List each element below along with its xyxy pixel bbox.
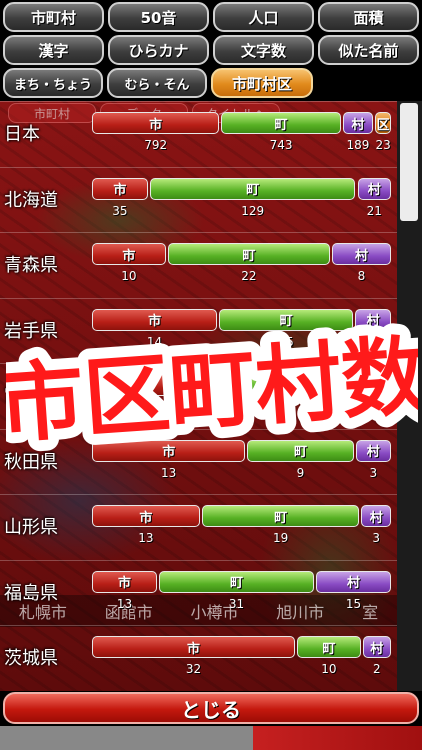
prefecture-row[interactable]: 秋田県 市 13 町 9 村 3 <box>0 428 397 493</box>
tab-kana[interactable]: ひらカナ <box>108 35 209 65</box>
count-village: 15 <box>345 596 362 611</box>
prefecture-name: 山形県 <box>4 517 58 538</box>
prefecture-row[interactable]: 北海道 市 35 町 129 村 21 <box>0 166 397 231</box>
tab-gojuon[interactable]: 50音 <box>108 2 209 32</box>
tab-mura-son[interactable]: むら・そん <box>107 68 207 98</box>
bar-segment-village: 村 <box>332 243 391 265</box>
count-town: 129 <box>241 203 265 218</box>
count-city: 14 <box>139 400 155 414</box>
bar-segment-city: 市 <box>92 439 246 462</box>
prefecture-row[interactable]: 青森県 市 10 町 22 村 8 <box>0 232 397 296</box>
prefecture-row[interactable]: 岩手県 市 14 町 15 村 4 <box>0 297 397 362</box>
count-city: 10 <box>121 269 137 283</box>
tab-municipality[interactable]: 市町村 <box>3 2 104 32</box>
tab-bar-primary: 市町村 50音 人口 面積 <box>0 2 422 32</box>
count-town: 31 <box>228 596 245 611</box>
prefecture-name: 青森県 <box>4 255 58 276</box>
bar-segment-city: 市 <box>92 636 296 658</box>
municipality-count-list[interactable]: 市町村 データ タイトルへ 札幌市 函館市 小樽市 旭川市 室 日本市792町7… <box>0 101 397 691</box>
bar-segment-town: 町 <box>149 177 356 200</box>
bar-segment-town: 町 <box>167 243 330 265</box>
count-city: 13 <box>161 465 177 480</box>
tab-char-count[interactable]: 文字数 <box>213 35 314 65</box>
bar-segment-city: 市 <box>92 505 200 527</box>
count-town: 10 <box>321 662 337 676</box>
bar-segment-village: 村 <box>362 636 391 658</box>
tab-area[interactable]: 面積 <box>318 2 419 32</box>
bar-segment-town: 町 <box>219 308 354 331</box>
tab-bar-tertiary: まち・ちょう むら・そん 市町村区 <box>0 68 422 98</box>
count-town: 743 <box>269 138 293 152</box>
count-city: 35 <box>112 203 128 218</box>
bar-segment-village: 村 <box>357 177 391 200</box>
prefecture-name: 日本 <box>4 124 40 145</box>
count-ward: 23 <box>375 138 391 152</box>
close-button[interactable]: とじる <box>3 692 419 724</box>
bar-segment-city: 市 <box>92 374 202 396</box>
count-town: 9 <box>296 465 305 480</box>
prefecture-row[interactable]: 宮城県 市 14 町 20 村 1 <box>0 363 397 427</box>
prefecture-name: 福島県 <box>4 582 58 604</box>
count-village: 1 <box>373 400 381 414</box>
count-village: 2 <box>372 662 381 676</box>
prefecture-name: 北海道 <box>4 189 58 211</box>
tab-shikuchouson[interactable]: 市町村区 <box>211 68 313 98</box>
bar-segment-town: 町 <box>203 374 362 396</box>
prefecture-name: 岩手県 <box>4 320 58 342</box>
bar-segment-village: 村 <box>355 439 391 462</box>
count-city: 792 <box>144 138 168 152</box>
bar-segment-city: 市 <box>92 243 166 265</box>
prefecture-row[interactable]: 茨城県 市 32 町 10 村 2 <box>0 625 397 689</box>
count-village: 8 <box>357 269 366 283</box>
tab-similar-names[interactable]: 似た名前 <box>318 35 419 65</box>
list-scrollbar[interactable] <box>397 101 422 691</box>
tab-population[interactable]: 人口 <box>213 2 314 32</box>
count-village: 3 <box>372 531 381 545</box>
prefecture-name: 宮城県 <box>4 386 58 407</box>
bar-segment-city: 市 <box>92 308 218 331</box>
count-city: 13 <box>138 531 154 545</box>
bar-segment-town: 町 <box>297 636 361 658</box>
count-village: 21 <box>366 203 382 218</box>
count-town: 15 <box>278 334 294 349</box>
prefecture-row[interactable]: 福島県 市 13 町 31 村 15 <box>0 559 397 624</box>
bar-segment-village: 村 <box>361 505 391 527</box>
count-town: 20 <box>274 400 291 414</box>
prefecture-row[interactable]: 山形県 市 13 町 19 村 3 <box>0 494 397 558</box>
count-city: 14 <box>146 334 163 349</box>
bar-segment-town: 町 <box>247 439 354 462</box>
tab-machi-chou[interactable]: まち・ちょう <box>3 68 103 98</box>
bar-segment-town: 町 <box>159 570 314 593</box>
bar-segment-village: 村 <box>316 570 391 593</box>
prefecture-name: 茨城県 <box>4 648 58 669</box>
count-village: 3 <box>369 465 378 480</box>
tab-kanji[interactable]: 漢字 <box>3 35 104 65</box>
count-city: 13 <box>116 596 133 611</box>
bar-segment-village: 村 <box>355 308 391 331</box>
bottom-map-strip <box>0 726 422 750</box>
prefecture-row[interactable]: 日本 市 792 町 743 村 189 区 23 <box>0 101 397 165</box>
tab-bar-secondary: 漢字 ひらカナ 文字数 似た名前 <box>0 35 422 65</box>
prefecture-name: 秋田県 <box>4 451 58 473</box>
count-village: 4 <box>369 334 377 349</box>
count-village: 189 <box>346 138 370 152</box>
bar-segment-city: 市 <box>92 177 148 200</box>
bar-segment-village: 村 <box>342 112 374 134</box>
scroll-thumb[interactable] <box>400 103 418 221</box>
bar-segment-village: 村 <box>363 374 391 396</box>
count-town: 19 <box>273 531 289 545</box>
bar-segment-city: 市 <box>92 112 220 134</box>
bar-segment-city: 市 <box>92 570 157 593</box>
count-city: 32 <box>185 662 202 676</box>
bar-segment-town: 町 <box>221 112 341 134</box>
count-town: 22 <box>241 269 257 283</box>
bar-segment-ward: 区 <box>375 112 391 134</box>
bar-segment-town: 町 <box>201 505 360 527</box>
